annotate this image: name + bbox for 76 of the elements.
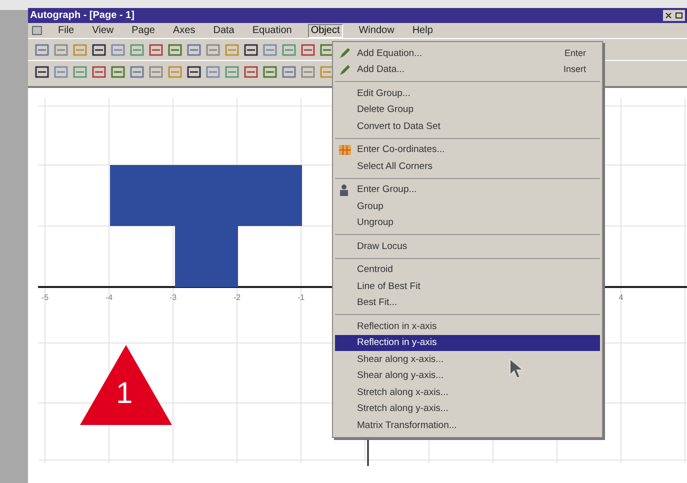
- axis-tick-label: -2: [233, 293, 241, 302]
- menu-item-label: Add Equation...: [357, 48, 423, 58]
- menu-item-label: Ungroup: [357, 218, 394, 228]
- menu-item-label: Reflection in x-axis: [357, 322, 438, 331]
- axis-tick-label: 4: [618, 293, 624, 302]
- menu-item-label: Stretch along x-axis...: [357, 388, 450, 397]
- figure-icon: [339, 184, 349, 196]
- menu-item-label: Convert to Data Set: [357, 122, 442, 131]
- toolbar-button[interactable]: [300, 42, 316, 58]
- menu-item[interactable]: Add Equation... Enter: [335, 45, 600, 62]
- menu-bar-item[interactable]: File: [56, 24, 76, 36]
- menu-item[interactable]: Draw Locus: [335, 238, 600, 254]
- menu-item[interactable]: Convert to Data Set: [335, 118, 600, 134]
- menu-item-label: Reflection in y-axis: [357, 338, 438, 348]
- shortcut-label: Enter: [564, 48, 586, 58]
- menu-bar-item[interactable]: Data: [211, 24, 236, 36]
- menu-item[interactable]: Ungroup: [335, 214, 600, 231]
- menu-item[interactable]: Shear along x-axis...: [335, 351, 600, 368]
- menu-item-label: Shear along y-axis...: [357, 371, 445, 380]
- menu-item[interactable]: Add Data... Insert: [335, 62, 600, 78]
- toolbar-button[interactable]: [91, 64, 107, 80]
- menu-item[interactable]: Line of Best Fit: [335, 278, 600, 294]
- menu-item[interactable]: Delete Group: [335, 102, 600, 118]
- toolbar-button[interactable]: [148, 42, 164, 58]
- menu-item-label: Enter Co-ordinates...: [357, 145, 446, 154]
- menu-item[interactable]: Edit Group...: [335, 85, 600, 102]
- menu-item-label: Best Fit...: [357, 298, 398, 308]
- menu-item-label: Group: [357, 202, 384, 211]
- axis-tick-label: -3: [169, 293, 177, 302]
- toolbar-button[interactable]: [34, 64, 50, 80]
- menu-item-label: Matrix Transformation...: [357, 420, 458, 430]
- menu-item[interactable]: Stretch along x-axis...: [335, 384, 600, 400]
- axis-tick-label: -1: [297, 293, 305, 302]
- toolbar-button[interactable]: [91, 42, 107, 58]
- menu-bar-item[interactable]: Object: [308, 24, 343, 38]
- document-icon[interactable]: [32, 26, 42, 35]
- menu-item[interactable]: Group: [335, 198, 600, 214]
- menu-bar-item[interactable]: View: [90, 24, 116, 36]
- toolbar-button[interactable]: [243, 64, 259, 80]
- window-title: Autograph - [Page - 1]: [30, 10, 134, 20]
- menu-item[interactable]: Enter Co-ordinates...: [335, 142, 600, 158]
- menu-item-label: Draw Locus: [357, 242, 408, 251]
- menu-item-label: Select All Corners: [357, 162, 434, 171]
- axis-tick-label: -4: [105, 293, 113, 302]
- menu-item-label: Delete Group: [357, 105, 415, 114]
- menu-item-label: Shear along x-axis...: [357, 354, 445, 364]
- menu-item-label: Stretch along y-axis...: [357, 404, 450, 414]
- menu-item[interactable]: Matrix Transformation...: [335, 417, 600, 434]
- menu-item[interactable]: Shear along y-axis...: [335, 368, 600, 384]
- menu-item[interactable]: Stretch along y-axis...: [335, 400, 600, 417]
- menu-item-label: Enter Group...: [357, 185, 418, 194]
- menu-item[interactable]: Select All Corners: [335, 158, 600, 174]
- pencil-icon: [339, 64, 351, 76]
- mouse-pointer-icon: [509, 358, 525, 380]
- pencil-icon: [339, 47, 351, 60]
- menu-item-label: Centroid: [357, 265, 394, 274]
- axis-tick-label: -5: [41, 293, 49, 302]
- badge-number: 1: [116, 379, 133, 409]
- grid-icon: [339, 144, 351, 155]
- toolbar-button[interactable]: [186, 64, 202, 80]
- menu-item[interactable]: Best Fit...: [335, 294, 600, 311]
- menu-item[interactable]: Centroid: [335, 262, 600, 278]
- menu-item[interactable]: Reflection in x-axis: [335, 318, 600, 334]
- menu-item[interactable]: Enter Group...: [335, 182, 600, 198]
- menu-bar-item[interactable]: Help: [410, 24, 435, 36]
- menu-item-label: Edit Group...: [357, 88, 412, 98]
- window-controls-icon[interactable]: [663, 10, 685, 21]
- shortcut-label: Insert: [563, 65, 586, 74]
- toolbar-button[interactable]: [243, 42, 259, 58]
- menu-bar-item[interactable]: Window: [356, 24, 396, 36]
- menu-item-label: Add Data...: [357, 65, 406, 74]
- menu-item-label: Line of Best Fit: [357, 282, 422, 291]
- menu-bar-item[interactable]: Axes: [170, 24, 198, 36]
- menu-item[interactable]: Reflection in y-axis: [335, 334, 600, 351]
- menu-bar-item[interactable]: Page: [130, 24, 157, 36]
- menu-bar-item[interactable]: Equation: [250, 24, 294, 36]
